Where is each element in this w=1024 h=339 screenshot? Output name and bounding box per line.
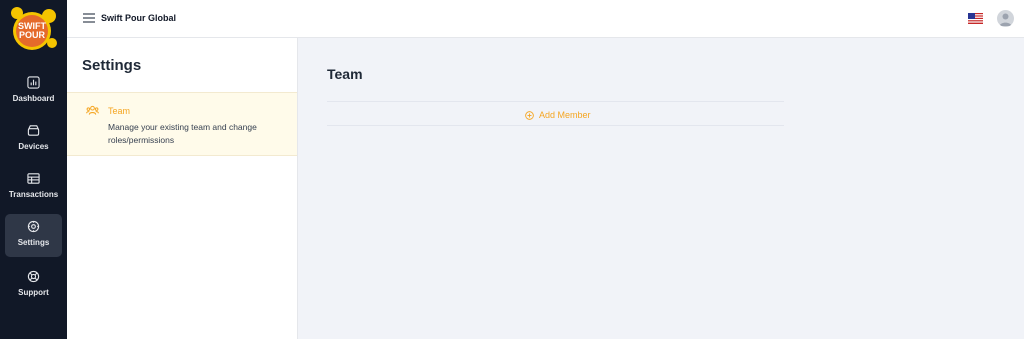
settings-item-title: Team — [108, 106, 131, 116]
lifebuoy-icon — [27, 270, 40, 283]
chart-icon — [27, 76, 40, 89]
add-member-button[interactable]: Add Member — [525, 109, 591, 121]
gear-icon — [27, 220, 40, 233]
settings-item-team[interactable]: Team Manage your existing team and chang… — [67, 92, 297, 156]
hamburger-menu-icon[interactable] — [83, 13, 95, 23]
device-icon — [27, 125, 40, 136]
add-member-label: Add Member — [539, 110, 591, 120]
page-title: Team — [327, 66, 363, 82]
sidebar-item-dashboard[interactable]: Dashboard — [5, 70, 62, 113]
top-bar: Swift Pour Global — [67, 0, 1024, 38]
add-member-row: Add Member — [327, 101, 784, 126]
sidebar-item-label: Settings — [17, 238, 50, 247]
settings-title: Settings — [82, 57, 142, 74]
settings-panel: Settings Team Manage your existing team … — [67, 38, 298, 339]
logo-text-line2: POUR — [19, 30, 46, 40]
settings-item-description: Manage your existing team and change rol… — [108, 122, 257, 145]
table-icon — [27, 173, 40, 184]
sidebar-item-label: Dashboard — [12, 94, 55, 103]
sidebar-item-settings[interactable]: Settings — [5, 214, 62, 257]
sidebar-item-label: Support — [18, 288, 49, 297]
user-avatar-icon[interactable] — [997, 10, 1014, 27]
app-title: Swift Pour Global — [101, 13, 177, 23]
team-icon — [86, 105, 99, 115]
sidebar: SWIFT POUR Dashboard Devices Transaction… — [0, 0, 67, 339]
brand-logo[interactable]: SWIFT POUR — [8, 5, 58, 55]
sidebar-item-label: Transactions — [8, 190, 59, 199]
sidebar-item-transactions[interactable]: Transactions — [5, 166, 62, 209]
us-flag-icon[interactable] — [968, 13, 983, 24]
sidebar-item-support[interactable]: Support — [5, 264, 62, 307]
sidebar-item-label: Devices — [18, 142, 49, 151]
plus-circle-icon — [525, 110, 534, 120]
sidebar-item-devices[interactable]: Devices — [5, 118, 62, 161]
